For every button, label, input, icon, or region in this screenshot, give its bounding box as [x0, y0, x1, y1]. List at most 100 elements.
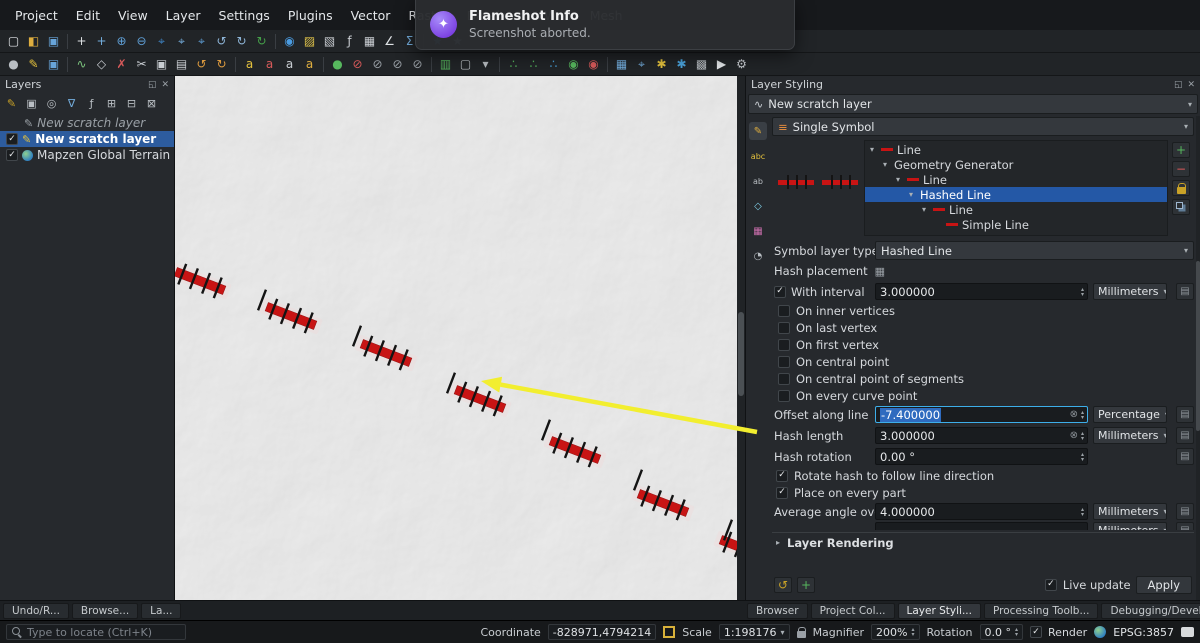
manage-map-themes-icon[interactable]: ◎ — [43, 95, 60, 111]
symbol-layer-type-combo[interactable]: Hashed Line ▾ — [875, 241, 1194, 260]
checkbox-on-inner-vertices[interactable]: On inner vertices — [772, 302, 1194, 319]
messages-icon[interactable] — [1181, 627, 1194, 637]
apply-button[interactable]: Apply — [1135, 575, 1192, 594]
labels-tab[interactable]: abc — [749, 147, 767, 165]
extent-toggle-icon[interactable] — [663, 626, 676, 638]
duplicate-symbol-layer-button[interactable] — [1172, 199, 1190, 215]
masks-tab[interactable]: ab — [749, 172, 767, 190]
clear-icon[interactable]: ⊗ — [1070, 430, 1078, 441]
symbology-tab[interactable]: ✎ — [749, 122, 767, 140]
open-project-icon[interactable]: ◧ — [24, 32, 43, 51]
expander-icon[interactable]: ▾ — [893, 175, 903, 184]
expander-icon[interactable]: ▾ — [867, 145, 877, 154]
render-checkbox[interactable]: ✓ Render — [1030, 624, 1087, 640]
close-panel-icon[interactable]: ✕ — [161, 80, 169, 90]
checkbox-rotate-hash-to-follow-line-direction[interactable]: ✓ Rotate hash to follow line direction — [772, 467, 1194, 484]
checkbox-on-last-vertex[interactable]: On last vertex — [772, 319, 1194, 336]
digitize-points-3-icon[interactable]: ∴ — [544, 55, 563, 74]
with-interval-checkbox[interactable]: ✓ — [774, 285, 786, 298]
layer-visibility-checkbox[interactable]: ✓ — [6, 133, 18, 145]
checkbox-place-on-every-part[interactable]: ✓ Place on every part — [772, 484, 1194, 501]
styling-layer-selector[interactable]: ∿ New scratch layer ▾ — [748, 94, 1198, 114]
zoom-last-icon[interactable]: ↺ — [212, 32, 231, 51]
lock-colors-button[interactable] — [1172, 180, 1190, 196]
undock-styling-icon[interactable]: ◱ — [1174, 80, 1183, 90]
hash-length-data-defined-button[interactable]: ▤ — [1176, 427, 1194, 444]
dock-tab-la-[interactable]: La... — [141, 602, 182, 619]
offset-along-line-input[interactable]: -7.400000 ⊗ ▴ ▾ — [875, 406, 1088, 423]
style-dot-icon[interactable]: ● — [328, 55, 347, 74]
map-refresh-icon[interactable]: ↻ — [252, 32, 271, 51]
georeferencer-icon[interactable]: ⌖ — [632, 55, 651, 74]
geometry-pair-red-icon[interactable]: ◉ — [584, 55, 603, 74]
dock-tab-undo-r-[interactable]: Undo/R... — [3, 602, 69, 619]
map-scrollbar[interactable] — [737, 76, 745, 600]
3d-view-tab[interactable]: ◇ — [749, 197, 767, 215]
collapse-all-icon[interactable]: ⊟ — [123, 95, 140, 111]
scale-lock-icon[interactable] — [796, 626, 807, 638]
scale-combo[interactable]: 1:198176 ▾ — [718, 624, 790, 640]
attribute-table-icon[interactable]: ▦ — [360, 32, 379, 51]
hash-rotation-input[interactable]: 0.00 ° ▴ ▾ — [875, 448, 1088, 465]
digitize-points-2-icon[interactable]: ∴ — [524, 55, 543, 74]
undock-panel-icon[interactable]: ◱ — [148, 80, 157, 90]
add-symbol-layer-button[interactable]: + — [1172, 142, 1190, 158]
filter-legend-icon[interactable]: ∇ — [63, 95, 80, 111]
spinner-icon[interactable]: ▴ ▾ — [1081, 286, 1084, 297]
interval-unit-combo[interactable]: Millimeters▾ — [1093, 283, 1167, 300]
placement-options-icon[interactable]: ▦ — [875, 265, 885, 278]
menu-vector[interactable]: Vector — [342, 4, 400, 27]
symbol-node-line[interactable]: ▾ Line — [865, 172, 1167, 187]
cut-features-icon[interactable]: ✂ — [132, 55, 151, 74]
symbol-node-simple-line[interactable]: Simple Line — [865, 217, 1167, 232]
locator-input[interactable]: Type to locate (Ctrl+K) — [6, 624, 186, 640]
spinner-icon[interactable]: ▴ ▾ — [1081, 430, 1084, 441]
menu-plugins[interactable]: Plugins — [279, 4, 342, 27]
remove-symbol-layer-button[interactable]: − — [1172, 161, 1190, 177]
symbol-node-geometry-generator[interactable]: ▾ Geometry Generator — [865, 157, 1167, 172]
settings-gear-icon[interactable]: ⚙ — [732, 55, 751, 74]
current-edits-icon[interactable]: ● — [4, 55, 23, 74]
map-canvas[interactable] — [175, 76, 737, 600]
pointer-tool-icon[interactable]: ▶ — [712, 55, 731, 74]
checkbox-on-central-point[interactable]: On central point — [772, 353, 1194, 370]
dock-tab-browser[interactable]: Browser — [747, 602, 808, 619]
coordinate-value[interactable]: -828971,4794214 — [547, 624, 657, 640]
interval-data-defined-button[interactable]: ▤ — [1176, 283, 1194, 300]
menu-project[interactable]: Project — [6, 4, 67, 27]
diagrams-tab[interactable]: ▦ — [749, 222, 767, 240]
no-labels-icon[interactable]: ⊘ — [348, 55, 367, 74]
menu-layer[interactable]: Layer — [157, 4, 210, 27]
add-group-icon[interactable]: ▣ — [23, 95, 40, 111]
dock-tab-processing-toolb-[interactable]: Processing Toolb... — [983, 602, 1099, 619]
pan-to-selection-icon[interactable]: + — [92, 32, 111, 51]
grid-icon[interactable]: ▦ — [612, 55, 631, 74]
save-layer-edits-icon[interactable]: ▣ — [44, 55, 63, 74]
style-history-button[interactable]: ↺ — [774, 576, 792, 593]
delete-selected-icon[interactable]: ✗ — [112, 55, 131, 74]
notification-popup[interactable]: ✦ Flameshot Info Screenshot aborted. — [415, 0, 795, 50]
interval-input[interactable]: 3.000000 ▴ ▾ — [875, 283, 1088, 300]
hash-length-unit-combo[interactable]: Millimeters▾ — [1093, 427, 1167, 444]
label-tool-3-icon[interactable]: ⊘ — [408, 55, 427, 74]
digitize-points-1-icon[interactable]: ∴ — [504, 55, 523, 74]
symbol-preview[interactable] — [778, 174, 814, 190]
identify-features-icon[interactable]: ◉ — [280, 32, 299, 51]
zoom-in-icon[interactable]: ⊕ — [112, 32, 131, 51]
copy-features-icon[interactable]: ▣ — [152, 55, 171, 74]
label-tool-2-icon[interactable]: ⊘ — [388, 55, 407, 74]
average-angle-unit-combo[interactable]: Millimeters▾ — [1093, 503, 1167, 520]
spinner-icon[interactable]: ▴ ▾ — [1081, 451, 1084, 462]
expander-icon[interactable]: ▾ — [906, 190, 916, 199]
pin-labels-icon[interactable]: a — [280, 55, 299, 74]
checkbox-on-every-curve-point[interactable]: On every curve point — [772, 387, 1194, 404]
filter-by-expression-icon[interactable]: ƒ — [83, 95, 100, 111]
zoom-out-icon[interactable]: ⊖ — [132, 32, 151, 51]
offset-unit-combo[interactable]: Percentage▾ — [1093, 406, 1167, 423]
dashed-box-icon[interactable]: ▢ — [456, 55, 475, 74]
crs-label[interactable]: EPSG:3857 — [1113, 626, 1174, 639]
zoom-to-layer-icon[interactable]: ⌖ — [192, 32, 211, 51]
history-tab[interactable]: ◔ — [749, 247, 767, 265]
hash-length-input[interactable]: 3.000000 ⊗ ▴ ▾ — [875, 427, 1088, 444]
expander-icon[interactable]: ▾ — [919, 205, 929, 214]
